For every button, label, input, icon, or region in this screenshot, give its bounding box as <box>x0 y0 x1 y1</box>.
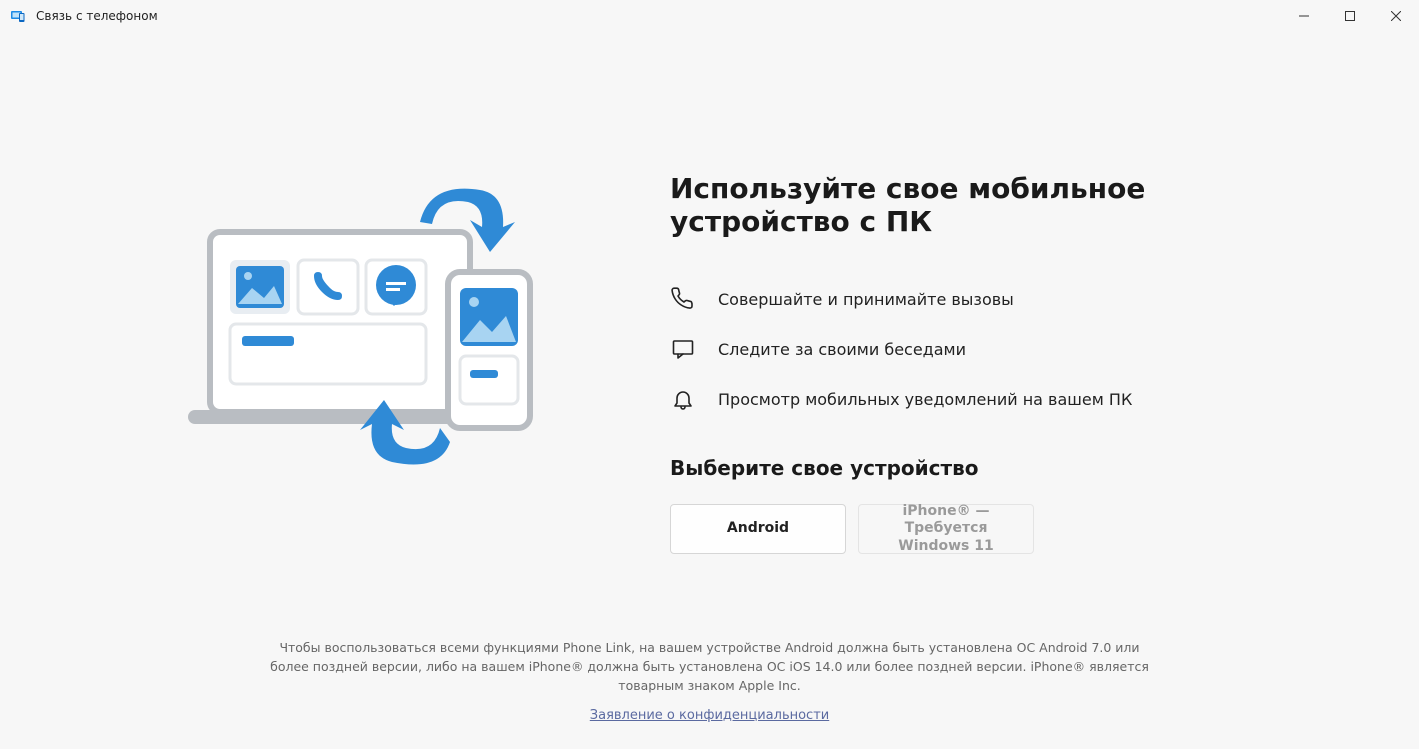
right-panel: Используйте свое мобильное устройство с … <box>670 142 1329 554</box>
feature-text: Просмотр мобильных уведомлений на вашем … <box>718 390 1132 409</box>
app-title: Связь с телефоном <box>36 9 158 23</box>
title-bar-left: Связь с телефоном <box>10 8 158 24</box>
minimize-button[interactable] <box>1281 0 1327 32</box>
footer: Чтобы воспользоваться всеми функциями Ph… <box>0 639 1419 725</box>
window-controls <box>1281 0 1419 32</box>
app-icon <box>10 8 26 24</box>
hero-illustration <box>90 142 630 554</box>
maximize-button[interactable] <box>1327 0 1373 32</box>
iphone-button: iPhone® — Требуется Windows 11 <box>858 504 1034 554</box>
feature-text: Следите за своими беседами <box>718 340 966 359</box>
title-bar: Связь с телефоном <box>0 0 1419 32</box>
bell-icon <box>670 386 696 412</box>
feature-messages: Следите за своими беседами <box>670 336 1329 362</box>
device-buttons: Android iPhone® — Требуется Windows 11 <box>670 504 1329 554</box>
phone-icon <box>670 286 696 312</box>
feature-notifications: Просмотр мобильных уведомлений на вашем … <box>670 386 1329 412</box>
privacy-link[interactable]: Заявление о конфиденциальности <box>590 706 829 726</box>
headline: Используйте свое мобильное устройство с … <box>670 172 1329 238</box>
chat-icon <box>670 336 696 362</box>
android-button[interactable]: Android <box>670 504 846 554</box>
choose-device-heading: Выберите свое устройство <box>670 456 1329 480</box>
feature-text: Совершайте и принимайте вызовы <box>718 290 1014 309</box>
content-area: Используйте свое мобильное устройство с … <box>0 32 1419 554</box>
close-button[interactable] <box>1373 0 1419 32</box>
feature-calls: Совершайте и принимайте вызовы <box>670 286 1329 312</box>
disclaimer-text: Чтобы воспользоваться всеми функциями Ph… <box>260 639 1159 695</box>
